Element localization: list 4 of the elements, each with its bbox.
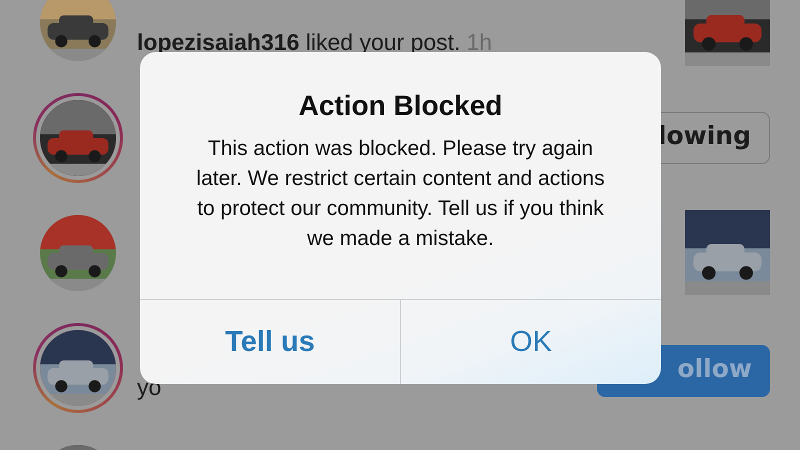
dialog-message: This action was blocked. Please try again later. We restrict certain content and actions to protect our community. Tell us if you think we made a mistake. <box>195 136 606 252</box>
notification-text: lopezisaiah316 liked your post. <box>137 29 460 56</box>
dialog-button[interactable]: OK <box>400 300 661 384</box>
dialog-title: Action Blocked <box>298 90 502 122</box>
